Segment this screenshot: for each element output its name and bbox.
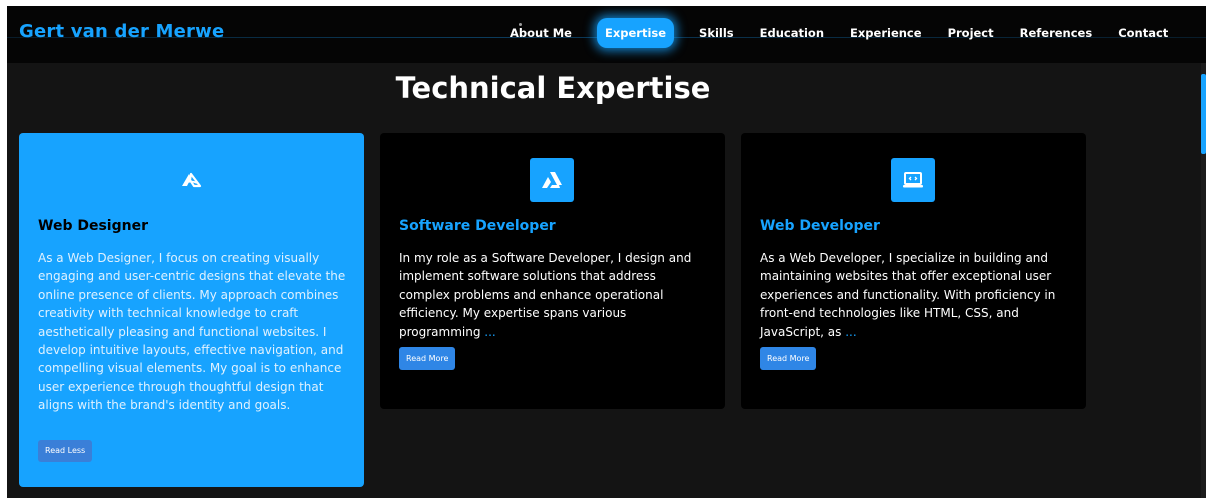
expertise-card-web-designer: Web Designer As a Web Designer, I focus …: [19, 133, 364, 487]
read-more-button[interactable]: Read More: [399, 347, 456, 370]
nav-item-skills[interactable]: Skills: [686, 18, 747, 48]
nav-item-references[interactable]: References: [1007, 18, 1106, 48]
expertise-card-software-developer: Software Developer In my role as a Softw…: [380, 133, 725, 409]
nav-item-expertise[interactable]: Expertise: [596, 18, 675, 48]
card-description: As a Web Designer, I focus on creating v…: [38, 249, 348, 415]
read-less-button[interactable]: Read Less: [38, 440, 93, 462]
navbar: Gert van der Merwe About Me Expertise Sk…: [7, 6, 1206, 63]
nav-item-project[interactable]: Project: [935, 18, 1007, 48]
card-text-body: As a Web Designer, I focus on creating v…: [38, 251, 346, 413]
designer-logo-icon: [169, 158, 213, 202]
brand-name[interactable]: Gert van der Merwe: [19, 21, 224, 42]
card-title: Web Developer: [760, 218, 880, 234]
card-text-body: In my role as a Software Developer, I de…: [399, 251, 692, 339]
page-frame: Gert van der Merwe About Me Expertise Sk…: [7, 6, 1206, 498]
card-description: As a Web Developer, I specialize in buil…: [760, 249, 1070, 341]
card-description: In my role as a Software Developer, I de…: [399, 249, 709, 341]
card-text-body: As a Web Developer, I specialize in buil…: [760, 251, 1056, 339]
laptop-code-icon: [891, 158, 935, 202]
nav-item-contact[interactable]: Contact: [1105, 18, 1181, 48]
software-logo-icon: [530, 158, 574, 202]
read-more-button[interactable]: Read More: [760, 347, 817, 370]
nav-item-education[interactable]: Education: [747, 18, 837, 48]
card-title: Web Designer: [38, 218, 148, 234]
card-title: Software Developer: [399, 218, 556, 234]
section-title: Technical Expertise: [395, 71, 711, 105]
card-text-ellipsis: ...: [845, 324, 857, 339]
scrollbar-thumb[interactable]: [1201, 74, 1206, 154]
card-text-ellipsis: ...: [484, 324, 496, 339]
expertise-card-web-developer: Web Developer As a Web Developer, I spec…: [741, 133, 1086, 409]
nav-item-about-me[interactable]: About Me: [497, 18, 585, 48]
main-nav: About Me Expertise Skills Education Expe…: [497, 18, 1181, 48]
nav-item-experience[interactable]: Experience: [837, 18, 935, 48]
